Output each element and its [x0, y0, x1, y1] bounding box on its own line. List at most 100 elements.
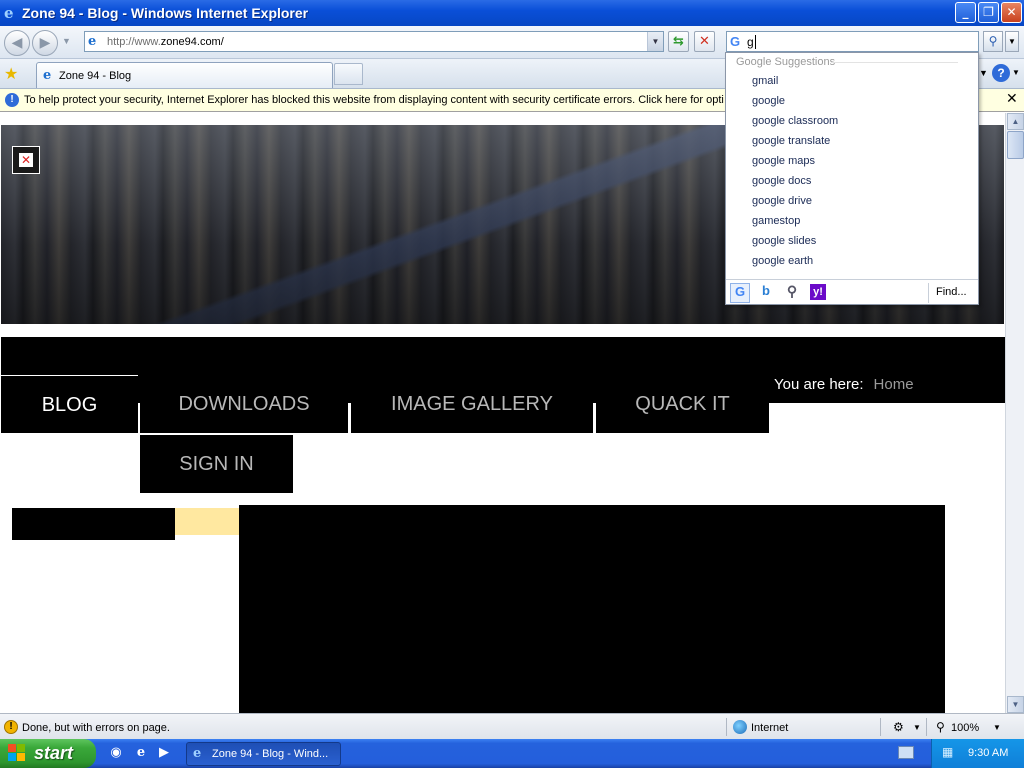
- breadcrumb: You are here: Home: [774, 376, 914, 393]
- info-bar-message[interactable]: To help protect your security, Internet …: [24, 94, 724, 106]
- status-divider: [880, 718, 881, 736]
- internet-zone-globe-icon: [733, 720, 747, 734]
- scroll-up-icon[interactable]: ▲: [1007, 113, 1024, 130]
- start-label: start: [34, 743, 74, 763]
- recent-pages-dropdown-icon[interactable]: ▼: [62, 36, 71, 46]
- close-window-button[interactable]: ✕: [1001, 2, 1022, 23]
- suggestion-item[interactable]: google earth: [752, 255, 813, 267]
- nav-quack-it[interactable]: QUACK IT: [596, 375, 769, 433]
- search-query[interactable]: g: [747, 35, 756, 49]
- vertical-scrollbar[interactable]: ▲ ▼: [1005, 113, 1024, 713]
- sidebar-highlight-block: [175, 508, 239, 535]
- breadcrumb-home-link[interactable]: Home: [874, 376, 914, 393]
- navbar-white-area: [769, 403, 1005, 435]
- status-divider: [926, 718, 927, 736]
- windows-taskbar: start ◉ e ▶ e Zone 94 - Blog - Wind... ▦…: [0, 739, 1024, 768]
- window-title: Zone 94 - Blog - Windows Internet Explor…: [22, 5, 309, 21]
- quicklaunch-media-icon[interactable]: ◉: [108, 745, 124, 761]
- find-divider: [928, 283, 929, 303]
- nav-separator: [138, 403, 140, 433]
- quicklaunch-ie-icon[interactable]: e: [133, 745, 149, 761]
- search-provider-bar: G b ⚲ y! Find...: [726, 279, 978, 304]
- tools-dropdown-icon[interactable]: ▼: [979, 68, 988, 78]
- protected-mode-dropdown-icon[interactable]: ▼: [913, 723, 921, 732]
- system-tray: ▦ 9:30 AM: [931, 739, 1024, 768]
- tab-zone94-blog[interactable]: e Zone 94 - Blog: [36, 62, 333, 88]
- forward-button[interactable]: ▶: [32, 30, 58, 56]
- quicklaunch-player-icon[interactable]: ▶: [156, 745, 172, 761]
- internet-explorer-icon: e: [4, 4, 14, 22]
- broken-image-placeholder: ✕: [12, 146, 40, 174]
- suggestion-item[interactable]: google slides: [752, 235, 816, 247]
- search-input[interactable]: G g: [726, 31, 979, 52]
- address-bar[interactable]: e http://www.zone94.com/ ▼: [84, 31, 664, 52]
- tab-page-icon: e: [43, 68, 52, 83]
- suggestion-item[interactable]: gamestop: [752, 215, 800, 227]
- suggestion-item[interactable]: google maps: [752, 155, 815, 167]
- nav-downloads[interactable]: DOWNLOADS: [140, 375, 348, 433]
- zoom-level[interactable]: 100%: [951, 722, 979, 734]
- back-button[interactable]: ◀: [4, 30, 30, 56]
- status-text: Done, but with errors on page.: [22, 722, 170, 734]
- nav-row-gap: [1, 433, 140, 435]
- close-info-bar-icon[interactable]: ✕: [1006, 91, 1018, 107]
- suggestion-item[interactable]: google: [752, 95, 785, 107]
- status-bar: ! Done, but with errors on page. Interne…: [0, 713, 1024, 739]
- tab-label: Zone 94 - Blog: [59, 70, 132, 82]
- nav-separator: [349, 403, 351, 433]
- protected-mode-icon[interactable]: ⚙: [893, 720, 904, 734]
- breadcrumb-label: You are here:: [774, 376, 864, 393]
- suggestions-header: Google Suggestions: [736, 56, 836, 68]
- clock[interactable]: 9:30 AM: [968, 747, 1008, 759]
- refresh-button[interactable]: ⇆: [668, 31, 689, 52]
- scroll-down-icon[interactable]: ▼: [1007, 696, 1024, 713]
- address-url[interactable]: http://www.zone94.com/: [107, 36, 224, 48]
- zoom-dropdown-icon[interactable]: ▼: [993, 723, 1001, 732]
- page-icon: e: [88, 34, 97, 49]
- yahoo-provider-icon[interactable]: y!: [810, 284, 826, 300]
- broken-image-icon: ✕: [19, 153, 33, 167]
- suggestion-item[interactable]: gmail: [752, 75, 778, 87]
- suggestion-item[interactable]: google drive: [752, 195, 812, 207]
- windows-flag-icon: [8, 744, 26, 762]
- suggestion-item[interactable]: google classroom: [752, 115, 838, 127]
- sidebar-block: [12, 508, 175, 540]
- suggestion-item[interactable]: google translate: [752, 135, 830, 147]
- info-shield-icon: !: [5, 93, 19, 107]
- screen: e Zone 94 - Blog - Windows Internet Expl…: [0, 0, 1024, 768]
- keyboard-tray-icon[interactable]: [898, 746, 914, 759]
- address-dropdown-button[interactable]: ▼: [647, 32, 663, 51]
- search-button[interactable]: ⚲: [983, 31, 1003, 52]
- start-button[interactable]: start: [0, 739, 96, 768]
- favorites-star-icon[interactable]: ★: [4, 64, 18, 84]
- nav-sign-in[interactable]: SIGN IN: [140, 435, 293, 493]
- nav-blog[interactable]: BLOG: [1, 375, 138, 433]
- minimize-button[interactable]: _: [955, 2, 976, 23]
- stop-button[interactable]: ✕: [694, 31, 715, 52]
- suggestion-item[interactable]: google docs: [752, 175, 811, 187]
- status-divider: [726, 718, 727, 736]
- nav-image-gallery[interactable]: IMAGE GALLERY: [351, 375, 593, 433]
- suggestions-header-divider: [831, 62, 958, 63]
- taskbar-item-ie-window[interactable]: e Zone 94 - Blog - Wind...: [186, 742, 341, 766]
- google-provider-icon[interactable]: G: [730, 283, 750, 303]
- error-warning-icon[interactable]: !: [4, 720, 18, 734]
- bing-provider-icon[interactable]: b: [756, 283, 776, 303]
- search-suggestions-dropdown: Google Suggestions gmail google google c…: [725, 52, 979, 305]
- security-zone-label: Internet: [751, 722, 789, 734]
- nav-separator: [594, 403, 596, 433]
- restore-button[interactable]: ❐: [978, 2, 999, 23]
- scroll-thumb[interactable]: [1007, 131, 1024, 159]
- main-content-block: [239, 505, 945, 713]
- zoom-magnifier-icon[interactable]: ⚲: [936, 720, 945, 734]
- search-options-dropdown[interactable]: ▼: [1005, 31, 1019, 52]
- new-tab-button[interactable]: [334, 63, 363, 85]
- help-dropdown-icon[interactable]: ▼: [1012, 68, 1020, 77]
- help-icon[interactable]: ?: [992, 64, 1010, 82]
- find-button[interactable]: Find...: [936, 286, 967, 298]
- google-icon: G: [730, 34, 741, 49]
- taskbar-ie-icon: e: [193, 746, 202, 761]
- network-tray-icon[interactable]: ▦: [942, 745, 953, 759]
- taskbar-item-label: Zone 94 - Blog - Wind...: [212, 748, 329, 760]
- search-provider-icon[interactable]: ⚲: [782, 283, 802, 303]
